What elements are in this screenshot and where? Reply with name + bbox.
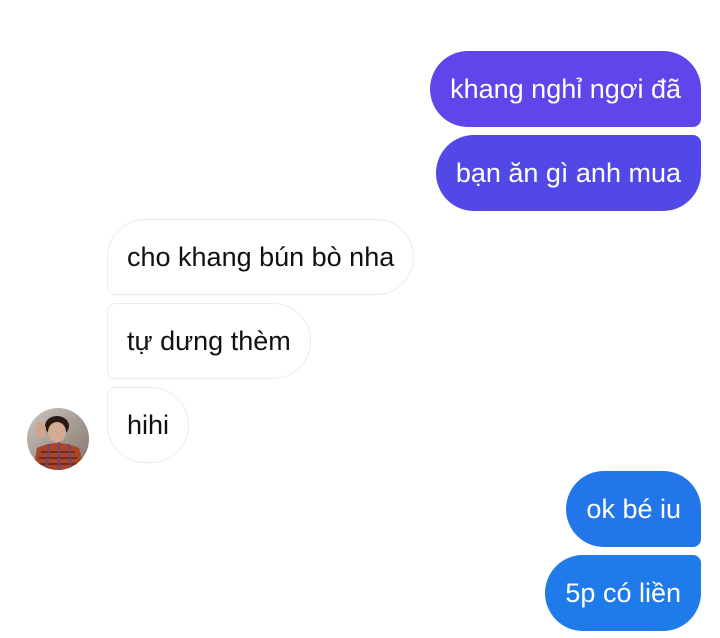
message-text: bạn ăn gì anh mua — [455, 157, 681, 188]
avatar-photo-icon — [27, 408, 89, 470]
message-text: tự dưng thèm — [127, 325, 291, 356]
message-text: khang nghỉ ngơi đã — [450, 73, 681, 104]
incoming-message[interactable]: hihi — [107, 387, 190, 463]
incoming-message[interactable]: tự dưng thèm — [107, 303, 311, 379]
contact-avatar[interactable] — [27, 408, 89, 470]
message-text: 5p có liền — [565, 577, 681, 608]
incoming-message[interactable]: cho khang bún bò nha — [107, 219, 415, 295]
message-text: ok bé iu — [586, 493, 681, 524]
message-thread: khang nghỉ ngơi đã bạn ăn gì anh mua cho… — [0, 0, 720, 638]
message-text: hihi — [127, 409, 170, 440]
message-text: cho khang bún bò nha — [127, 241, 395, 272]
outgoing-message[interactable]: ok bé iu — [566, 471, 701, 547]
outgoing-message[interactable]: 5p có liền — [545, 555, 701, 631]
outgoing-message[interactable]: khang nghỉ ngơi đã — [430, 51, 701, 127]
outgoing-message[interactable]: bạn ăn gì anh mua — [435, 135, 701, 211]
